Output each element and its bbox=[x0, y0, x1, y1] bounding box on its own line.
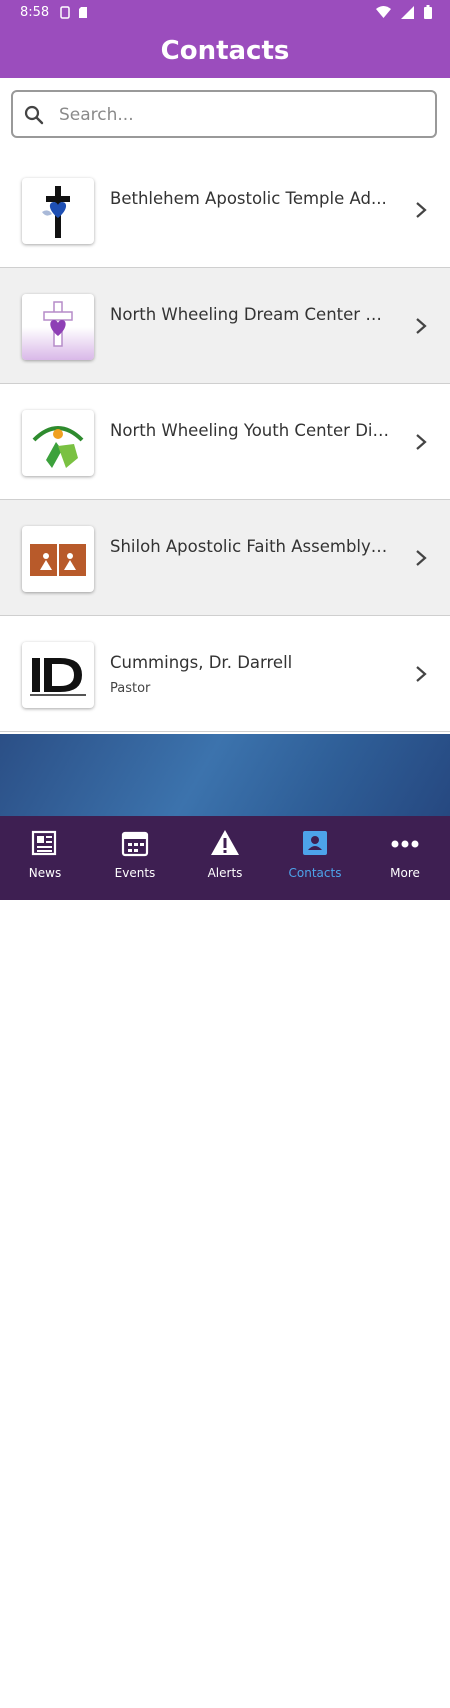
book-people-logo bbox=[22, 526, 94, 592]
chevron-right-icon bbox=[416, 434, 427, 450]
nav-events[interactable]: Events bbox=[90, 826, 180, 886]
id-logo bbox=[22, 642, 94, 708]
more-dots-icon bbox=[391, 840, 419, 848]
contact-row[interactable]: Shiloh Apostolic Faith Assembly ... bbox=[0, 500, 450, 616]
home-indicator[interactable] bbox=[188, 1704, 262, 1708]
nav-label: News bbox=[28, 866, 62, 880]
contact-name: North Wheeling Dream Center Di... bbox=[110, 305, 390, 324]
status-bar: 8:58 bbox=[0, 0, 450, 26]
calendar-icon bbox=[121, 831, 149, 857]
contact-name: Shiloh Apostolic Faith Assembly ... bbox=[110, 537, 390, 556]
youth-people-logo bbox=[22, 410, 94, 476]
search-icon bbox=[24, 105, 44, 125]
wifi-icon bbox=[376, 6, 391, 18]
contact-card-icon bbox=[303, 831, 327, 855]
nav-more[interactable]: More bbox=[360, 826, 450, 886]
nav-label: Alerts bbox=[207, 866, 243, 880]
contact-row[interactable]: Cummings, Dr. Darrell Pastor bbox=[0, 616, 450, 732]
nav-contacts[interactable]: Contacts bbox=[270, 826, 360, 886]
chevron-right-icon bbox=[416, 318, 427, 334]
background-banner bbox=[0, 734, 450, 816]
newspaper-icon bbox=[31, 830, 57, 856]
contact-name: Cummings, Dr. Darrell bbox=[110, 653, 293, 672]
bottom-nav: News Events Alerts Contacts More bbox=[0, 816, 450, 1708]
contact-name: Bethlehem Apostolic Temple Ad... bbox=[110, 189, 387, 208]
nav-label: Events bbox=[114, 866, 156, 880]
sim-icon bbox=[60, 6, 70, 19]
contact-name: North Wheeling Youth Center Dir... bbox=[110, 421, 390, 440]
signal-icon bbox=[401, 5, 414, 19]
contact-row[interactable]: North Wheeling Youth Center Dir... bbox=[0, 384, 450, 500]
chevron-right-icon bbox=[416, 666, 427, 682]
contact-list: Bethlehem Apostolic Temple Ad... North W… bbox=[0, 152, 450, 732]
chevron-right-icon bbox=[416, 550, 427, 566]
nav-alerts[interactable]: Alerts bbox=[180, 826, 270, 886]
app-bar: Contacts bbox=[0, 26, 450, 78]
contact-row[interactable]: Bethlehem Apostolic Temple Ad... bbox=[0, 152, 450, 268]
storage-icon bbox=[79, 7, 87, 18]
status-time: 8:58 bbox=[20, 5, 50, 20]
alert-icon bbox=[211, 830, 239, 855]
search-input[interactable] bbox=[57, 98, 421, 132]
purple-cross-heart-logo bbox=[22, 294, 94, 360]
system-icons bbox=[376, 5, 432, 19]
search-box[interactable] bbox=[11, 90, 437, 138]
battery-icon bbox=[424, 5, 432, 19]
nav-news[interactable]: News bbox=[0, 826, 90, 886]
notification-icons bbox=[60, 6, 88, 19]
contact-subtitle: Pastor bbox=[110, 681, 151, 696]
nav-label: More bbox=[390, 866, 420, 880]
search-bar bbox=[0, 78, 450, 153]
nav-label: Contacts bbox=[288, 866, 342, 880]
cross-heart-logo bbox=[22, 178, 94, 244]
contact-row[interactable]: North Wheeling Dream Center Di... bbox=[0, 268, 450, 384]
chevron-right-icon bbox=[416, 202, 427, 218]
page-title: Contacts bbox=[160, 36, 290, 66]
